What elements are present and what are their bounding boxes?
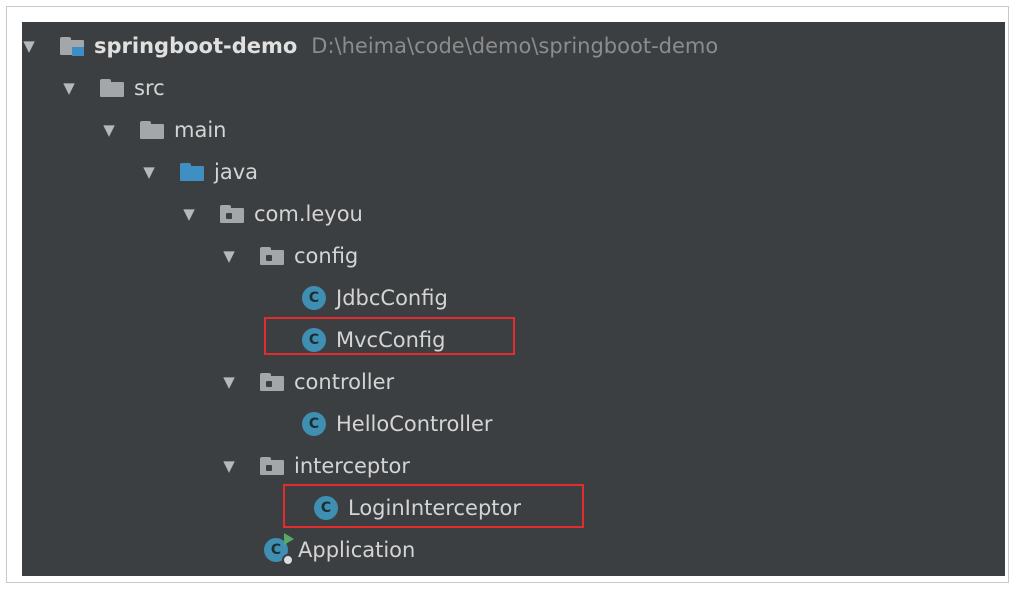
expanded-arrow-icon[interactable]: ▼ (62, 79, 76, 97)
source-folder-icon (180, 162, 206, 182)
project-path: D:\heima\code\demo\springboot-demo (311, 34, 719, 58)
class-icon: C (302, 412, 326, 436)
tree-node-package-controller[interactable]: ▼ controller (22, 361, 1005, 403)
tree-node-class-hellocontroller[interactable]: C HelloController (22, 403, 1005, 445)
expanded-arrow-icon[interactable]: ▼ (222, 457, 236, 475)
tree-node-package-com-leyou[interactable]: ▼ com.leyou (22, 193, 1005, 235)
expanded-arrow-icon[interactable]: ▼ (222, 373, 236, 391)
tree-node-class-application[interactable]: C Application (22, 529, 1005, 571)
tree-node-class-jdbcconfig[interactable]: C JdbcConfig (22, 277, 1005, 319)
tree-node-java[interactable]: ▼ java (22, 151, 1005, 193)
class-icon: C (302, 286, 326, 310)
tree-node-package-config[interactable]: ▼ config (22, 235, 1005, 277)
expanded-arrow-icon[interactable]: ▼ (142, 163, 156, 181)
folder-icon (140, 120, 166, 140)
expanded-arrow-icon[interactable]: ▼ (22, 37, 36, 55)
folder-icon (100, 78, 126, 98)
package-icon (260, 246, 286, 266)
module-folder-icon (60, 36, 86, 56)
tree-node-label: src (134, 76, 165, 100)
expanded-arrow-icon[interactable]: ▼ (182, 205, 196, 223)
package-icon (260, 456, 286, 476)
tree-node-label: main (174, 118, 227, 142)
package-icon (260, 372, 286, 392)
tree-node-package-interceptor[interactable]: ▼ interceptor (22, 445, 1005, 487)
tree-node-label: JdbcConfig (336, 286, 448, 310)
expanded-arrow-icon[interactable]: ▼ (102, 121, 116, 139)
tree-node-label: controller (294, 370, 395, 394)
package-icon (220, 204, 246, 224)
tree-node-project[interactable]: ▼ springboot-demo D:\heima\code\demo\spr… (22, 25, 1005, 67)
tree-node-label: com.leyou (254, 202, 363, 226)
highlight-box-logininterceptor (283, 484, 584, 528)
highlight-box-mvcconfig (264, 317, 515, 355)
project-name: springboot-demo (94, 34, 298, 58)
tree-node-label: HelloController (336, 412, 493, 436)
tree-node-label: interceptor (294, 454, 410, 478)
tree-node-label: java (214, 160, 258, 184)
project-tree-panel: ▼ springboot-demo D:\heima\code\demo\spr… (22, 22, 1005, 576)
tree-node-label: config (294, 244, 359, 268)
expanded-arrow-icon[interactable]: ▼ (222, 247, 236, 265)
tree-node-main[interactable]: ▼ main (22, 109, 1005, 151)
tree-node-label: Application (298, 538, 416, 562)
tree-node-src[interactable]: ▼ src (22, 67, 1005, 109)
spring-boot-application-icon: C (264, 533, 294, 566)
